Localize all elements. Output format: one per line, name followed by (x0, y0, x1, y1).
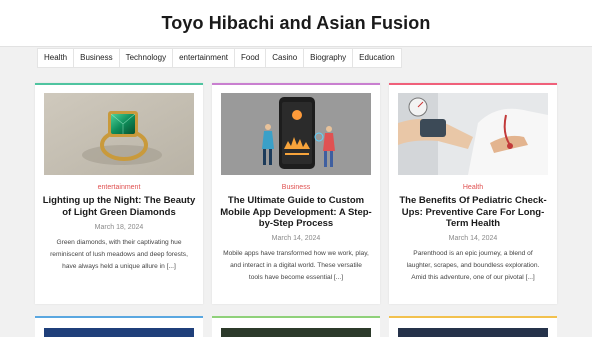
nav-item-health[interactable]: Health (38, 49, 75, 67)
post-excerpt: Mobile apps have transformed how we work… (223, 250, 369, 281)
post-thumbnail[interactable] (398, 328, 548, 337)
post-thumbnail-green-diamond-ring[interactable] (44, 93, 194, 175)
card-accent-bar (212, 83, 380, 85)
post-title[interactable]: Lighting up the Night: The Beauty of Lig… (41, 195, 197, 218)
post-card-next-2 (212, 316, 380, 337)
post-excerpt: Parenthood is an epic journey, a blend o… (406, 250, 540, 281)
post-thumbnail[interactable] (221, 328, 371, 337)
green-diamond-ring-image (44, 93, 194, 175)
post-date: March 14, 2024 (448, 235, 498, 242)
site-title[interactable]: Toyo Hibachi and Asian Fusion (0, 13, 592, 34)
card-accent-bar (389, 316, 557, 318)
nav-item-food[interactable]: Food (235, 49, 267, 67)
post-category[interactable]: entertainment (35, 184, 203, 191)
post-date: March 18, 2024 (94, 224, 144, 231)
mobile-app-illustration-image (221, 93, 371, 175)
post-title[interactable]: The Ultimate Guide to Custom Mobile App … (218, 195, 374, 230)
post-category[interactable]: Business (212, 184, 380, 191)
post-thumbnail-blood-pressure[interactable] (398, 93, 548, 175)
nav-item-business[interactable]: Business (74, 49, 120, 67)
card-accent-bar (389, 83, 557, 85)
card-accent-bar (35, 83, 203, 85)
post-card-green-diamonds: entertainment Lighting up the Night: The… (35, 83, 203, 304)
post-thumbnail-mobile-app[interactable] (221, 93, 371, 175)
post-date: March 14, 2024 (271, 235, 321, 242)
site-header: Toyo Hibachi and Asian Fusion (0, 0, 592, 47)
main-nav: Health Business Technology entertainment… (37, 48, 402, 68)
post-card-next-1 (35, 316, 203, 337)
blood-pressure-check-image (398, 93, 548, 175)
post-title[interactable]: The Benefits Of Pediatric Check-Ups: Pre… (395, 195, 551, 230)
nav-item-technology[interactable]: Technology (120, 49, 174, 67)
post-excerpt: Green diamonds, with their captivating h… (50, 239, 188, 270)
card-accent-bar (212, 316, 380, 318)
nav-item-biography[interactable]: Biography (304, 49, 354, 67)
nav-item-casino[interactable]: Casino (266, 49, 305, 67)
nav-item-education[interactable]: Education (353, 49, 401, 67)
post-category[interactable]: Health (389, 184, 557, 191)
post-card-next-3 (389, 316, 557, 337)
post-card-mobile-app: Business The Ultimate Guide to Custom Mo… (212, 83, 380, 304)
nav-item-entertainment[interactable]: entertainment (173, 49, 235, 67)
post-card-pediatric-checkups: Health The Benefits Of Pediatric Check-U… (389, 83, 557, 304)
card-accent-bar (35, 316, 203, 318)
post-thumbnail[interactable] (44, 328, 194, 337)
